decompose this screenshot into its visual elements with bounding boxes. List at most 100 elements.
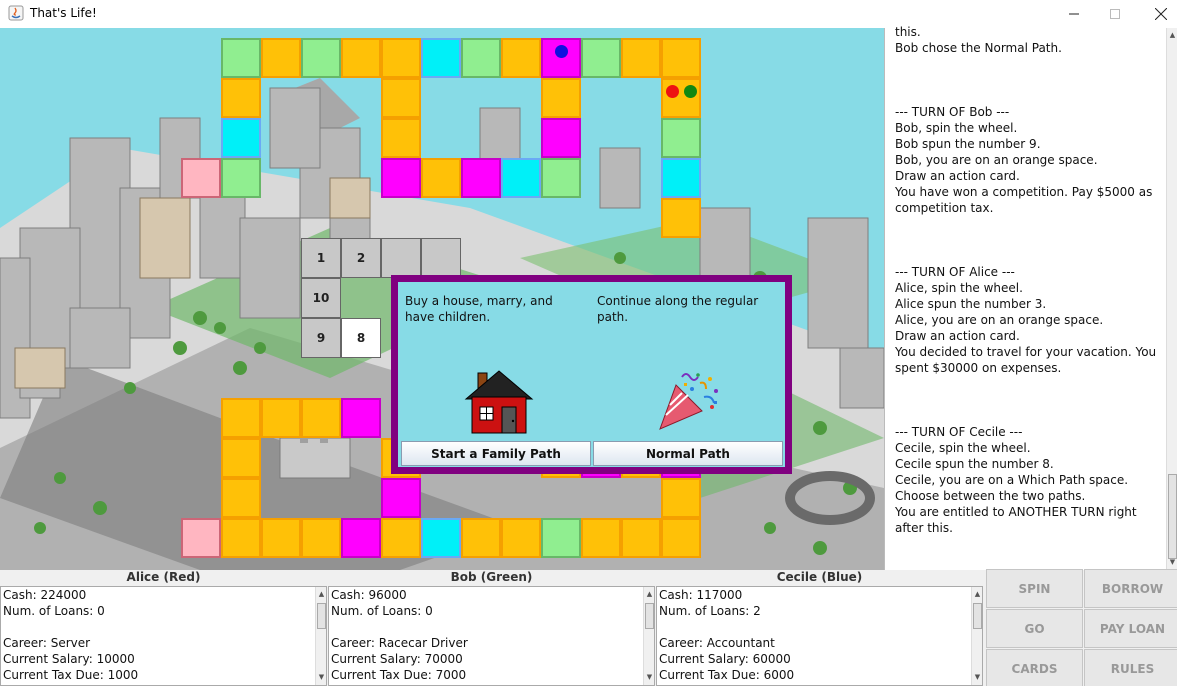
number-cell: 9	[301, 318, 341, 358]
number-cell	[381, 238, 421, 278]
player-panel-bob: Bob (Green) Cash: 96000 Num. of Loans: 0…	[328, 570, 655, 686]
player-name: Cecile (Blue)	[776, 570, 863, 584]
player-panel-alice: Alice (Red) Cash: 224000 Num. of Loans: …	[0, 570, 327, 686]
board-space	[381, 158, 421, 198]
board-space	[221, 398, 261, 438]
scroll-up-icon[interactable]: ▲	[1167, 30, 1177, 41]
number-cell: 2	[341, 238, 381, 278]
board-space	[621, 518, 661, 558]
board-space	[381, 478, 421, 518]
player-panel-cecile: Cecile (Blue) Cash: 117000 Num. of Loans…	[656, 570, 983, 686]
pay-loan-button[interactable]: PAY LOAN	[1084, 609, 1177, 648]
board-space	[541, 38, 581, 78]
player-stats[interactable]: Cash: 224000 Num. of Loans: 0 Career: Se…	[0, 586, 327, 686]
java-app-icon	[8, 5, 24, 21]
board-space	[261, 518, 301, 558]
game-log-text: this. Bob chose the Normal Path. --- TUR…	[895, 25, 1157, 535]
scroll-thumb[interactable]	[645, 603, 654, 629]
house-icon	[464, 370, 534, 434]
scroll-thumb[interactable]	[1168, 474, 1177, 559]
board-space	[541, 78, 581, 118]
scroll-up-icon[interactable]: ▲	[972, 589, 982, 600]
board-space	[301, 38, 341, 78]
player-salary: Current Salary: 70000	[331, 652, 463, 666]
board-space	[461, 158, 501, 198]
board-space	[661, 478, 701, 518]
board-space	[501, 518, 541, 558]
board-space	[581, 38, 621, 78]
board-space	[541, 518, 581, 558]
player-tax: Current Tax Due: 1000	[3, 668, 139, 682]
player-career: Career: Server	[3, 636, 91, 650]
board-space	[341, 398, 381, 438]
player-loans: Num. of Loans: 2	[659, 604, 761, 618]
board-space	[661, 118, 701, 158]
board-space	[661, 78, 701, 118]
scroll-down-icon[interactable]: ▼	[972, 672, 982, 683]
player-scrollbar[interactable]: ▲ ▼	[643, 587, 654, 685]
borrow-button[interactable]: BORROW	[1084, 569, 1177, 608]
board-space	[621, 38, 661, 78]
player-token	[555, 45, 568, 58]
board-space	[181, 518, 221, 558]
player-token	[684, 85, 697, 98]
player-tax: Current Tax Due: 6000	[659, 668, 795, 682]
player-token	[666, 85, 679, 98]
party-popper-icon	[659, 373, 718, 430]
scroll-down-icon[interactable]: ▼	[316, 672, 326, 683]
player-tax: Current Tax Due: 7000	[331, 668, 467, 682]
player-salary: Current Salary: 10000	[3, 652, 135, 666]
log-scrollbar[interactable]: ▲ ▼	[1166, 28, 1177, 570]
number-cell: 10	[301, 278, 341, 318]
family-path-description: Buy a house, marry, and have children.	[405, 294, 553, 324]
board-space	[381, 78, 421, 118]
player-cash: Cash: 117000	[659, 588, 743, 602]
board-space	[421, 158, 461, 198]
board-space	[461, 38, 501, 78]
board-space	[501, 158, 541, 198]
board-space	[341, 38, 381, 78]
board-space	[261, 38, 301, 78]
window-title: That's Life!	[30, 6, 97, 20]
player-cash: Cash: 96000	[331, 588, 407, 602]
rules-button[interactable]: RULES	[1084, 649, 1177, 686]
player-career: Career: Accountant	[659, 636, 775, 650]
player-loans: Num. of Loans: 0	[3, 604, 105, 618]
scroll-thumb[interactable]	[317, 603, 326, 629]
board-space	[581, 518, 621, 558]
player-stats[interactable]: Cash: 96000 Num. of Loans: 0 Career: Rac…	[328, 586, 655, 686]
board-space	[301, 518, 341, 558]
scroll-down-icon[interactable]: ▼	[644, 672, 654, 683]
maximize-icon	[1110, 9, 1120, 19]
board-space	[261, 398, 301, 438]
cards-button[interactable]: CARDS	[986, 649, 1083, 686]
board-space	[421, 38, 461, 78]
go-button[interactable]: GO	[986, 609, 1083, 648]
board-space	[541, 118, 581, 158]
board-space	[221, 478, 261, 518]
number-cell: 1	[301, 238, 341, 278]
scroll-up-icon[interactable]: ▲	[316, 589, 326, 600]
scroll-thumb[interactable]	[973, 603, 982, 629]
board-space	[221, 78, 261, 118]
board-space	[381, 518, 421, 558]
normal-path-description: Continue along the regular path.	[597, 294, 759, 324]
player-salary: Current Salary: 60000	[659, 652, 791, 666]
board-space	[661, 158, 701, 198]
normal-path-button[interactable]: Normal Path	[593, 441, 783, 466]
player-scrollbar[interactable]: ▲ ▼	[315, 587, 326, 685]
board-space	[221, 118, 261, 158]
board-space	[461, 518, 501, 558]
start-family-path-button[interactable]: Start a Family Path	[401, 441, 591, 466]
scroll-down-icon[interactable]: ▼	[1167, 557, 1177, 568]
player-stats[interactable]: Cash: 117000 Num. of Loans: 2 Career: Ac…	[656, 586, 983, 686]
board-space	[381, 118, 421, 158]
player-scrollbar[interactable]: ▲ ▼	[971, 587, 982, 685]
player-cash: Cash: 224000	[3, 588, 87, 602]
board-space	[381, 38, 421, 78]
game-log[interactable]: this. Bob chose the Normal Path. --- TUR…	[884, 25, 1177, 570]
scroll-up-icon[interactable]: ▲	[644, 589, 654, 600]
board-space	[661, 518, 701, 558]
spin-button[interactable]: SPIN	[986, 569, 1083, 608]
board-space	[181, 158, 221, 198]
